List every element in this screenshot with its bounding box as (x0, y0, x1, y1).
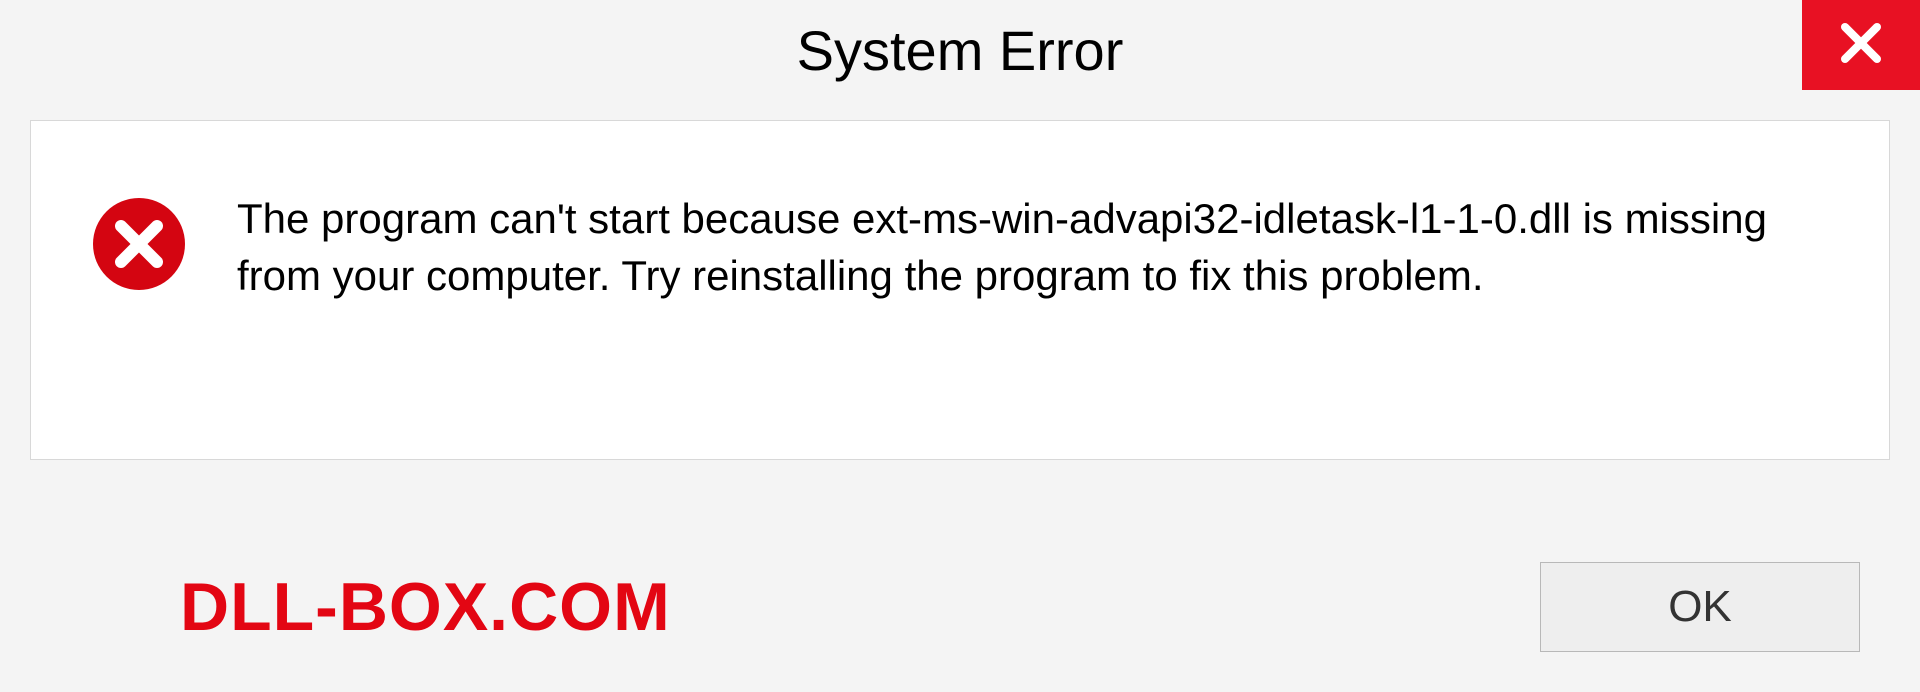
dialog-title: System Error (797, 18, 1124, 83)
titlebar: System Error (0, 0, 1920, 100)
watermark-text: DLL-BOX.COM (180, 568, 671, 646)
error-dialog: System Error The program can't start bec… (0, 0, 1920, 692)
ok-button[interactable]: OK (1540, 562, 1860, 652)
error-icon (91, 196, 187, 292)
footer: DLL-BOX.COM OK (0, 522, 1920, 692)
ok-button-label: OK (1668, 582, 1732, 632)
close-button[interactable] (1802, 0, 1920, 90)
content-area: The program can't start because ext-ms-w… (30, 120, 1890, 460)
error-message: The program can't start because ext-ms-w… (237, 191, 1829, 304)
close-icon (1837, 19, 1885, 72)
